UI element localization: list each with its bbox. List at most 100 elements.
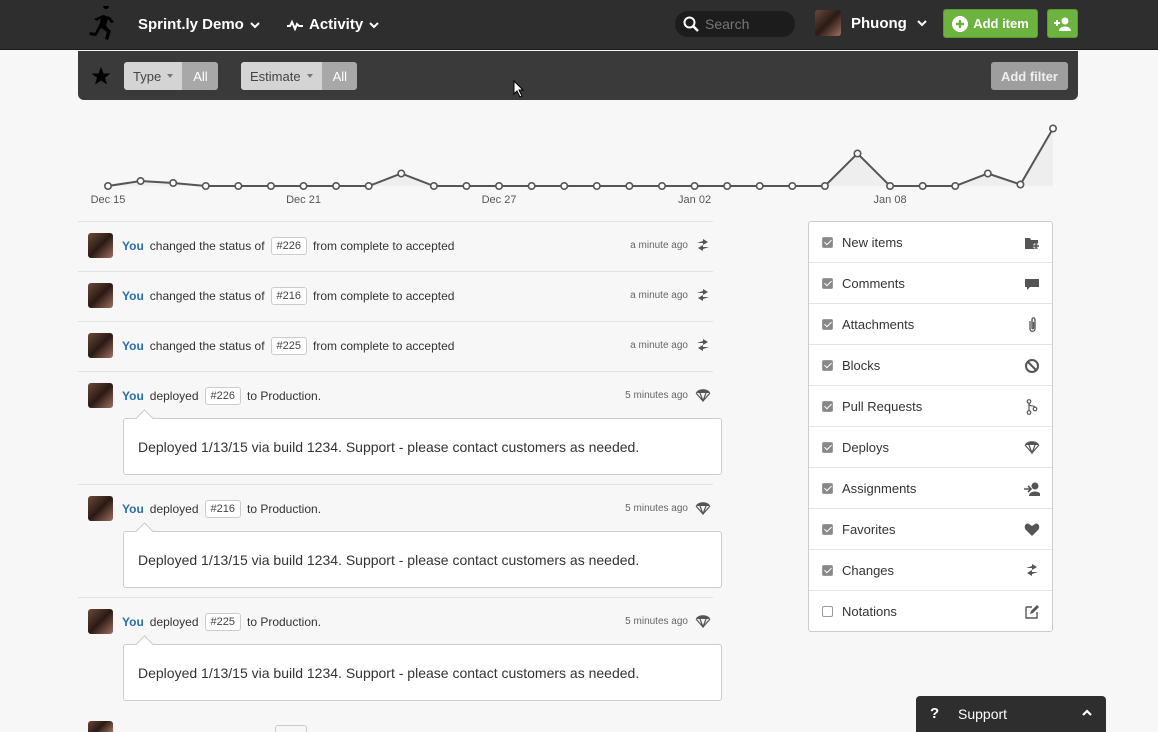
chart-point[interactable]	[983, 169, 992, 178]
checkbox[interactable]	[822, 319, 833, 330]
chevron-up-icon[interactable]	[1082, 708, 1092, 718]
chart-point[interactable]	[364, 182, 373, 191]
add-filter-button[interactable]: Add filter	[990, 62, 1068, 90]
deploy-message: Deployed 1/13/15 via build 1234. Support…	[123, 644, 722, 701]
activity-menu[interactable]: Activity	[287, 16, 379, 33]
actor-link[interactable]: You	[122, 615, 144, 629]
parachute-icon	[695, 615, 711, 628]
add-user-button[interactable]	[1047, 9, 1078, 38]
chart-point[interactable]	[462, 182, 471, 191]
chart-point[interactable]	[788, 182, 797, 191]
chart-point[interactable]	[495, 182, 504, 191]
filter-row-notations[interactable]: Notations	[809, 591, 1052, 632]
chart-point[interactable]	[723, 182, 732, 191]
item-tag[interactable]: #225	[270, 337, 308, 355]
checkbox[interactable]	[822, 524, 833, 535]
checkbox[interactable]	[822, 278, 833, 289]
feed-entry: You changed the status of #226 from complet…	[78, 221, 713, 271]
filter-row-attachments[interactable]: Attachments	[809, 304, 1052, 345]
chart-point[interactable]	[820, 182, 829, 191]
filter-label: Attachments	[842, 317, 915, 332]
filter-row-new-items[interactable]: New items	[809, 222, 1052, 263]
checkbox[interactable]	[822, 483, 833, 494]
filter-row-assignments[interactable]: Assignments	[809, 468, 1052, 509]
feed-entry-text: You changed the status of #225 from complet…	[122, 336, 454, 356]
x-tick-label: Dec 15	[91, 194, 126, 206]
pull-request-icon	[1026, 399, 1038, 415]
type-filter-label[interactable]: Type	[124, 62, 184, 90]
search-input[interactable]	[705, 16, 791, 32]
feed-entry-text: You deployed #225 to Production.	[122, 612, 321, 632]
chart-point[interactable]	[266, 182, 275, 191]
actor-link[interactable]: You	[122, 389, 144, 403]
action-detail: to Production.	[246, 615, 322, 629]
add-item-button[interactable]: Add item	[943, 9, 1038, 38]
chart-point[interactable]	[201, 182, 210, 191]
chart-point[interactable]	[136, 177, 145, 186]
chart-point[interactable]	[332, 182, 341, 191]
filter-row-pull-requests[interactable]: Pull Requests	[809, 386, 1052, 427]
estimate-filter[interactable]: Estimate All	[241, 62, 358, 90]
chart-point[interactable]	[299, 182, 308, 191]
checkbox[interactable]	[822, 442, 833, 453]
chart-point[interactable]	[234, 182, 243, 191]
chart-point[interactable]	[397, 169, 406, 178]
chart-point[interactable]	[918, 182, 927, 191]
checkbox[interactable]	[822, 565, 833, 576]
feed-entry: You deployed #216 to Production. 5 minutes a…	[78, 484, 722, 597]
feed-entry-text: You deployed #216 to Production.	[122, 499, 321, 519]
type-filter-value[interactable]: All	[183, 62, 218, 90]
checkbox[interactable]	[822, 401, 833, 412]
checkbox[interactable]	[822, 360, 833, 371]
chart-point[interactable]	[592, 182, 601, 191]
item-tag[interactable]: #226	[204, 387, 241, 405]
filter-row-changes[interactable]: Changes	[809, 550, 1052, 591]
actor-link[interactable]: You	[122, 289, 144, 303]
chart-point[interactable]	[1016, 180, 1025, 189]
chart-point[interactable]	[690, 182, 699, 191]
chart-point[interactable]	[657, 182, 666, 191]
parachute-icon	[1024, 441, 1040, 455]
chart-point[interactable]	[169, 179, 178, 188]
chart-point[interactable]	[755, 182, 764, 191]
action-text: changed the status of	[149, 289, 265, 303]
item-tag[interactable]: #216	[204, 500, 241, 518]
chart-point[interactable]	[1048, 124, 1057, 133]
chart-point[interactable]	[527, 182, 536, 191]
user-menu[interactable]: Phuong	[815, 10, 927, 36]
support-widget[interactable]: ? Support	[916, 696, 1106, 732]
estimate-filter-label[interactable]: Estimate	[241, 62, 323, 90]
heart-icon	[1024, 523, 1040, 536]
action-text: deployed	[149, 389, 199, 403]
actor-link[interactable]: You	[122, 239, 144, 253]
type-filter[interactable]: Type All	[124, 62, 218, 90]
timestamp: 5 minutes ago	[625, 503, 688, 514]
chart-point[interactable]	[853, 149, 862, 158]
checkbox[interactable]	[822, 606, 833, 617]
help-icon: ?	[930, 705, 940, 722]
chart-point[interactable]	[560, 182, 569, 191]
estimate-filter-value[interactable]: All	[322, 62, 358, 90]
filter-row-comments[interactable]: Comments	[809, 263, 1052, 304]
actor-link[interactable]: You	[122, 502, 144, 516]
chart-point[interactable]	[429, 182, 438, 191]
filter-row-deploys[interactable]: Deploys	[809, 427, 1052, 468]
avatar	[88, 609, 113, 634]
filter-row-favorites[interactable]: Favorites	[809, 509, 1052, 550]
x-tick-label: Dec 27	[482, 194, 517, 206]
chart-point[interactable]	[625, 182, 634, 191]
filter-row-blocks[interactable]: Blocks	[809, 345, 1052, 386]
item-tag[interactable]: #216	[270, 287, 308, 305]
feed-entry: You deployed #225 to Production. 5 minutes a…	[78, 597, 722, 710]
x-tick-label: Dec 21	[286, 194, 321, 206]
chart-point[interactable]	[886, 182, 895, 191]
checkbox[interactable]	[822, 237, 833, 248]
star-icon[interactable]	[91, 66, 111, 86]
project-menu[interactable]: Sprint.ly Demo	[138, 16, 260, 33]
actor-link[interactable]: You	[122, 339, 144, 353]
item-tag[interactable]: #225	[204, 613, 241, 631]
item-tag[interactable]: #226	[270, 237, 308, 255]
chart-point[interactable]	[103, 182, 112, 191]
runner-logo-icon[interactable]	[86, 6, 122, 44]
chart-point[interactable]	[951, 182, 960, 191]
